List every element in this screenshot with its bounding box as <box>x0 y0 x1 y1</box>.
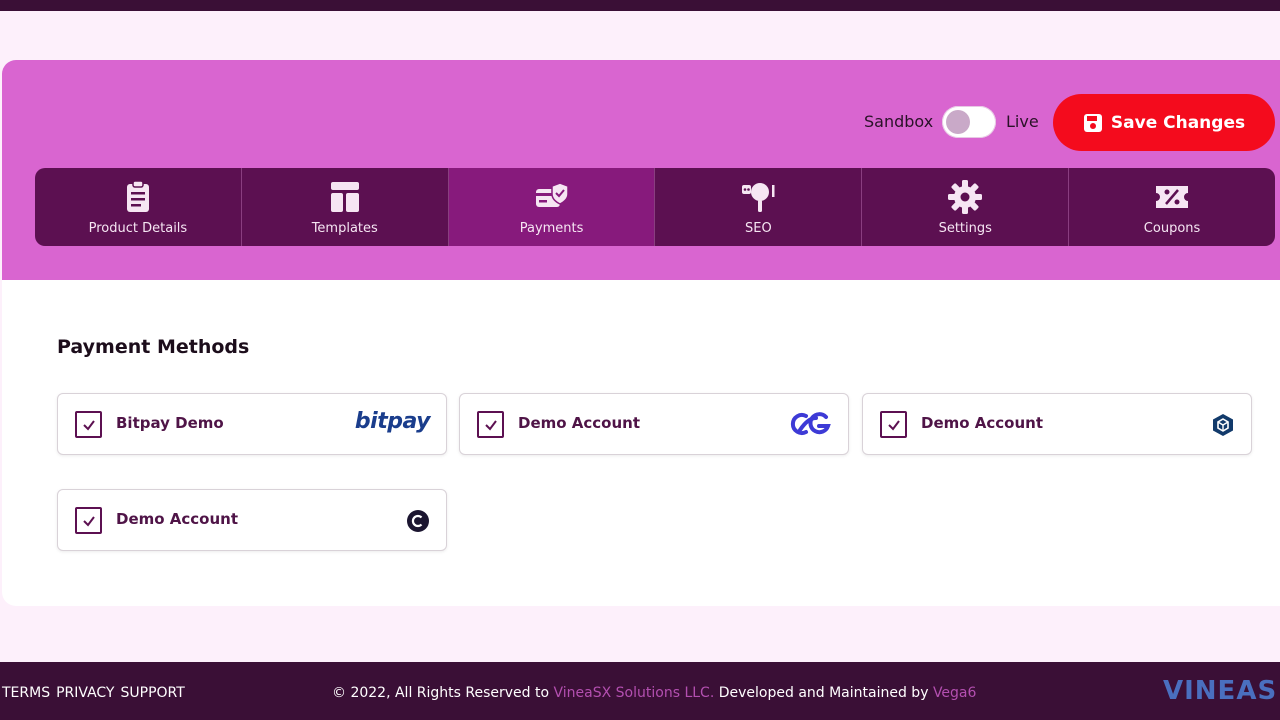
clipboard-icon <box>126 179 149 212</box>
tab-label: Settings <box>938 220 992 236</box>
tab-product-details[interactable]: Product Details <box>35 168 242 246</box>
tab-label: Payments <box>519 220 584 236</box>
payment-checkbox[interactable] <box>75 411 102 438</box>
payment-checkbox[interactable] <box>477 411 504 438</box>
checkmark-icon <box>82 515 95 527</box>
payment-checkbox[interactable] <box>75 507 102 534</box>
editor-tabs: Product Details Templates Payments SEO S… <box>35 168 1275 246</box>
hexagon-logo-icon <box>1213 414 1233 436</box>
footer-copyright: © 2022, All Rights Reserved to VineaSX S… <box>332 685 976 701</box>
save-changes-button[interactable]: Save Changes <box>1053 94 1275 151</box>
payment-method-name: Bitpay Demo <box>116 414 224 432</box>
company-link[interactable]: VineaSX Solutions LLC. <box>554 685 715 701</box>
tab-coupons[interactable]: Coupons <box>1069 168 1275 246</box>
coupon-icon <box>1156 185 1189 208</box>
footer-link-support[interactable]: SUPPORT <box>121 685 185 701</box>
live-label: Live <box>1006 112 1039 131</box>
tab-templates[interactable]: Templates <box>242 168 449 246</box>
payment-method-name: Demo Account <box>116 510 239 528</box>
footer-links: TERMS PRIVACY SUPPORT <box>2 685 185 701</box>
footer-link-terms[interactable]: TERMS <box>2 685 50 701</box>
checkmark-icon <box>484 419 497 431</box>
save-changes-label: Save Changes <box>1110 112 1246 133</box>
bitpay-logo: bitpay <box>354 409 431 434</box>
tab-label: Templates <box>311 220 378 236</box>
payment-methods-title: Payment Methods <box>57 336 250 358</box>
sandbox-live-toggle[interactable] <box>942 106 996 138</box>
checkmark-icon <box>887 419 900 431</box>
footer: TERMS PRIVACY SUPPORT © 2022, All Rights… <box>0 662 1280 720</box>
layout-icon <box>330 181 359 212</box>
tab-payments[interactable]: Payments <box>448 168 656 246</box>
cg-logo-icon <box>790 412 831 435</box>
tab-label: Coupons <box>1143 220 1201 236</box>
payment-method-name: Demo Account <box>921 414 1044 432</box>
tab-label: Product Details <box>88 220 188 236</box>
tab-settings[interactable]: Settings <box>862 168 1070 246</box>
payment-checkbox[interactable] <box>880 411 907 438</box>
payment-method-bitpay[interactable]: Bitpay Demo bitpay <box>57 393 447 455</box>
editor-card: Sandbox Live Save Changes Product Detail… <box>2 60 1280 606</box>
developer-link[interactable]: Vega6 <box>933 685 976 701</box>
payment-card-icon <box>535 181 569 207</box>
circle-c-logo-icon <box>407 510 429 532</box>
footer-link-privacy[interactable]: PRIVACY <box>56 685 114 701</box>
copyright-prefix: © 2022, All Rights Reserved to <box>332 685 554 701</box>
payment-method-name: Demo Account <box>518 414 641 432</box>
sandbox-label: Sandbox <box>864 112 934 131</box>
tab-label: SEO <box>745 220 772 236</box>
tab-seo[interactable]: SEO <box>655 168 863 246</box>
gear-icon <box>948 179 983 214</box>
payment-method-demo-circle-c[interactable]: Demo Account <box>57 489 447 551</box>
toggle-knob <box>946 110 970 134</box>
copyright-middle: Developed and Maintained by <box>714 685 933 701</box>
payment-method-demo-cg[interactable]: Demo Account <box>459 393 849 455</box>
checkmark-icon <box>82 419 95 431</box>
brand-logo: VINEAS <box>1163 676 1278 706</box>
payment-method-demo-hexagon[interactable]: Demo Account <box>862 393 1252 455</box>
seo-icon <box>742 182 775 212</box>
top-bar <box>0 0 1280 11</box>
header-panel: Sandbox Live Save Changes Product Detail… <box>2 60 1280 280</box>
save-icon <box>1083 113 1102 132</box>
